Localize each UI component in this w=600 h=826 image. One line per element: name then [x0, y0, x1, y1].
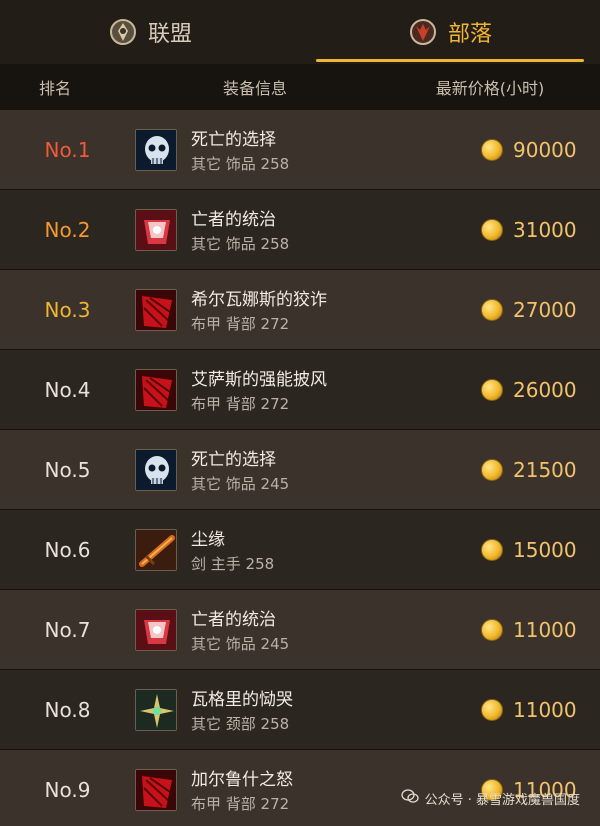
item-name: 亡者的统治: [191, 210, 276, 230]
item-meta: 其它 饰品 245: [191, 475, 290, 493]
rank-label: No.4: [44, 377, 91, 402]
wechat-icon: [400, 788, 419, 808]
gold-coin-icon: [481, 138, 503, 161]
item-price: 26000: [431, 378, 600, 402]
item-name: 死亡的选择: [191, 130, 276, 150]
item-meta: 其它 颈部 258: [191, 715, 290, 733]
rank-label: No.5: [44, 457, 91, 482]
price-value: 90000: [513, 137, 577, 162]
tab-horde[interactable]: 部落: [300, 0, 600, 64]
header-rank: 排名: [38, 79, 71, 98]
header-info: 装备信息: [222, 79, 287, 98]
item-name: 亡者的统治: [191, 610, 276, 630]
gold-coin-icon: [481, 378, 503, 401]
item-price: 11000: [431, 618, 600, 642]
red-crystal-icon: [135, 608, 177, 651]
item-price: 15000: [431, 538, 600, 562]
item-name: 尘缘: [191, 530, 225, 550]
item-meta: 布甲 背部 272: [191, 795, 290, 813]
sword-icon: [135, 528, 177, 571]
gold-coin-icon: [481, 538, 503, 561]
tab-alliance-label: 联盟: [147, 22, 192, 47]
list-item[interactable]: No.1 死亡的选择 其它 饰品 258 90000: [0, 110, 600, 190]
red-cloak-icon: [135, 768, 177, 811]
alliance-emblem-icon: [108, 17, 138, 47]
item-name: 艾萨斯的强能披风: [191, 370, 327, 390]
tab-horde-label: 部落: [447, 22, 492, 47]
faction-tabs: 联盟 部落: [0, 0, 600, 64]
item-price: 11000: [431, 698, 600, 722]
item-price: 21500: [431, 458, 600, 482]
item-price: 31000: [431, 218, 600, 242]
item-meta: 其它 饰品 258: [191, 235, 290, 253]
horde-emblem-icon: [408, 17, 438, 47]
red-cloak-icon: [135, 288, 177, 331]
list-item[interactable]: No.8 瓦格里的恸哭 其它 颈部 258 11000: [0, 670, 600, 750]
item-meta: 布甲 背部 272: [191, 395, 290, 413]
price-value: 21500: [513, 457, 577, 482]
rank-label: No.1: [44, 137, 91, 162]
item-name: 加尔鲁什之怒: [191, 770, 293, 790]
ranking-list: No.1 死亡的选择 其它 饰品 258 90000 No.2 亡者的统治 其它…: [0, 110, 600, 826]
item-meta: 其它 饰品 245: [191, 635, 290, 653]
item-name: 死亡的选择: [191, 450, 276, 470]
rank-label: No.2: [44, 217, 91, 242]
watermark-text: 公众号 · 暴雪游戏魔兽国度: [424, 792, 580, 808]
gold-coin-icon: [481, 458, 503, 481]
price-value: 31000: [513, 217, 577, 242]
price-value: 11000: [513, 617, 577, 642]
red-cloak-icon: [135, 368, 177, 411]
item-price: 90000: [431, 138, 600, 162]
item-name: 瓦格里的恸哭: [191, 690, 293, 710]
rank-label: No.9: [44, 777, 91, 802]
amulet-icon: [135, 688, 177, 731]
skull-trinket-icon: [135, 448, 177, 491]
price-value: 15000: [513, 537, 577, 562]
table-header: 排名 装备信息 最新价格(小时): [0, 64, 600, 110]
price-value: 27000: [513, 297, 577, 322]
item-price: 27000: [431, 298, 600, 322]
item-meta: 其它 饰品 258: [191, 155, 290, 173]
list-item[interactable]: No.3 希尔瓦娜斯的狡诈 布甲 背部 272 27000: [0, 270, 600, 350]
list-item[interactable]: No.2 亡者的统治 其它 饰品 258 31000: [0, 190, 600, 270]
list-item[interactable]: No.4 艾萨斯的强能披风 布甲 背部 272 26000: [0, 350, 600, 430]
list-item[interactable]: No.5 死亡的选择 其它 饰品 245 21500: [0, 430, 600, 510]
list-item[interactable]: No.6 尘缘 剑 主手 258 15000: [0, 510, 600, 590]
watermark: 公众号 · 暴雪游戏魔兽国度: [400, 788, 580, 808]
rank-label: No.6: [44, 537, 91, 562]
rank-label: No.7: [44, 617, 91, 642]
tab-alliance[interactable]: 联盟: [0, 0, 300, 64]
price-value: 11000: [513, 697, 577, 722]
red-crystal-icon: [135, 208, 177, 251]
gold-coin-icon: [481, 698, 503, 721]
gold-coin-icon: [481, 218, 503, 241]
list-item[interactable]: No.7 亡者的统治 其它 饰品 245 11000: [0, 590, 600, 670]
price-value: 26000: [513, 377, 577, 402]
skull-trinket-icon: [135, 128, 177, 171]
item-meta: 布甲 背部 272: [191, 315, 290, 333]
header-price: 最新价格(小时): [435, 79, 545, 98]
item-meta: 剑 主手 258: [191, 555, 275, 573]
gold-coin-icon: [481, 298, 503, 321]
item-name: 希尔瓦娜斯的狡诈: [191, 290, 327, 310]
gold-coin-icon: [481, 618, 503, 641]
rank-label: No.3: [44, 297, 91, 322]
rank-label: No.8: [44, 697, 91, 722]
